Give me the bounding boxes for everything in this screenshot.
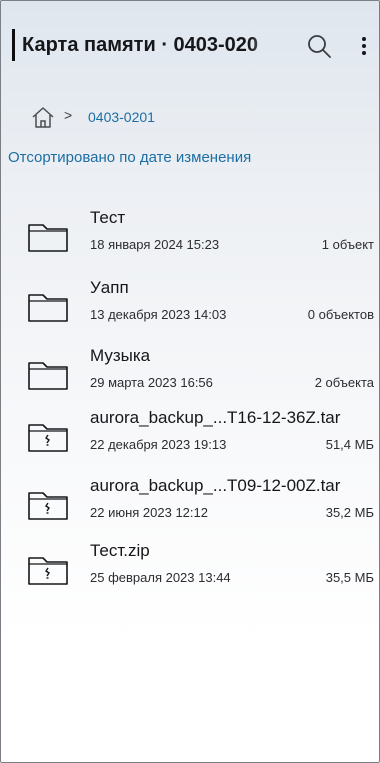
breadcrumb-separator: > bbox=[64, 107, 73, 123]
item-size: 1 объект bbox=[321, 237, 374, 252]
item-size: 35,5 МБ bbox=[325, 570, 374, 585]
folder-icon bbox=[28, 362, 68, 390]
item-name: aurora_backup_...T09-12-00Z.tar bbox=[90, 476, 341, 495]
item-size: 0 объектов bbox=[307, 307, 374, 322]
item-name: Тест.zip bbox=[90, 541, 150, 560]
list-item[interactable]: aurora_backup_...T16-12-36Z.tar 22 декаб… bbox=[0, 408, 380, 464]
search-icon bbox=[308, 35, 331, 58]
item-date: 22 декабря 2023 19:13 bbox=[90, 437, 227, 452]
more-options-button[interactable] bbox=[350, 32, 378, 60]
folder-icon bbox=[28, 294, 68, 322]
archive-icon bbox=[28, 492, 68, 520]
archive-icon bbox=[28, 557, 68, 585]
folder-icon bbox=[28, 224, 68, 252]
home-icon[interactable] bbox=[30, 104, 56, 130]
item-name: aurora_backup_...T16-12-36Z.tar bbox=[90, 408, 341, 427]
item-date: 29 марта 2023 16:56 bbox=[90, 375, 213, 390]
more-vertical-icon bbox=[362, 37, 366, 55]
app-header: Карта памяти · 0403-020 bbox=[0, 22, 380, 70]
item-name: Тест bbox=[90, 208, 126, 227]
item-size: 51,4 МБ bbox=[325, 437, 374, 452]
title-accent-bar bbox=[12, 29, 15, 61]
item-date: 22 июня 2023 12:12 bbox=[90, 505, 208, 520]
item-size: 35,2 МБ bbox=[325, 505, 374, 520]
sort-order-label[interactable]: Отсортировано по дате изменения bbox=[8, 149, 251, 166]
search-button[interactable] bbox=[305, 32, 333, 60]
list-item[interactable]: Тест.zip 25 февраля 2023 13:44 35,5 МБ bbox=[0, 541, 380, 597]
item-date: 18 января 2024 15:23 bbox=[90, 237, 220, 252]
item-date: 25 февраля 2023 13:44 bbox=[90, 570, 231, 585]
item-name: Уапп bbox=[90, 278, 129, 297]
item-date: 13 декабря 2023 14:03 bbox=[90, 307, 227, 322]
list-item[interactable]: Тест 18 января 2024 15:23 1 объект bbox=[0, 208, 380, 264]
list-item[interactable]: aurora_backup_...T09-12-00Z.tar 22 июня … bbox=[0, 476, 380, 532]
archive-icon bbox=[28, 424, 68, 452]
item-size: 2 объекта bbox=[314, 375, 374, 390]
list-item[interactable]: Музыка 29 марта 2023 16:56 2 объекта bbox=[0, 346, 380, 402]
breadcrumb-current[interactable]: 0403-0201 bbox=[88, 109, 155, 125]
list-item[interactable]: Уапп 13 декабря 2023 14:03 0 объектов bbox=[0, 278, 380, 334]
page-title: Карта памяти · 0403-020 bbox=[22, 34, 259, 56]
item-name: Музыка bbox=[90, 346, 151, 365]
